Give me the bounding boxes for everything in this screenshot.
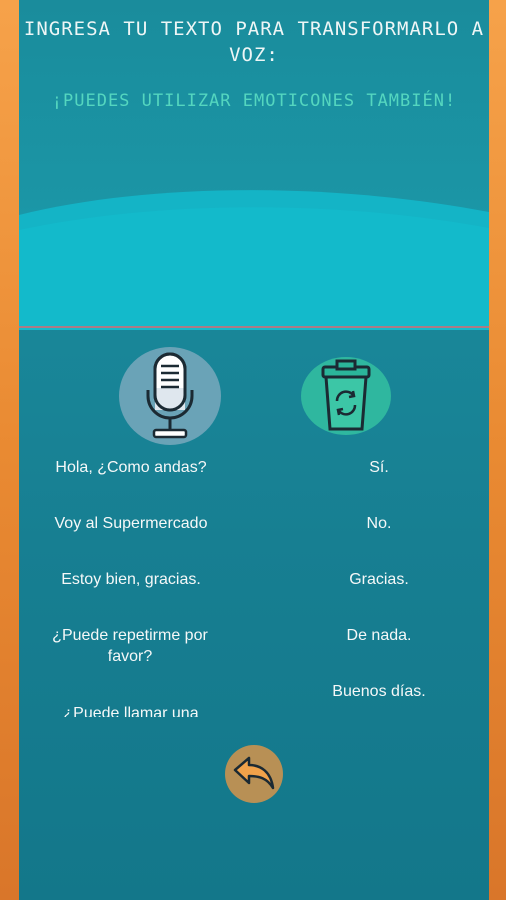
phrase-left-2[interactable]: Voy al Supermercado [31, 513, 231, 534]
clear-button[interactable] [301, 357, 391, 435]
main-panel: INGRESA TU TEXTO PARA TRANSFORMARLO A VO… [19, 0, 489, 900]
microphone-button[interactable] [119, 347, 221, 445]
phrase-right-3[interactable]: Gracias. [299, 569, 459, 590]
phrase-right-4[interactable]: De nada. [299, 625, 459, 646]
phrase-right-2[interactable]: No. [299, 513, 459, 534]
back-arrow-icon [233, 756, 275, 790]
phrase-left-3[interactable]: Estoy bien, gracias. [31, 569, 231, 590]
phrase-left-5-label: ¿Puede llamar una [63, 705, 199, 717]
left-frame-border [0, 0, 19, 900]
page-subtitle: ¡PUEDES UTILIZAR EMOTICONES TAMBIÉN! [51, 91, 457, 111]
microphone-icon [146, 352, 194, 439]
right-frame-border [489, 0, 506, 900]
phrase-left-4[interactable]: ¿Puede repetirme por favor? [35, 625, 225, 667]
phrase-right-5[interactable]: Buenos días. [299, 681, 459, 702]
page-title: INGRESA TU TEXTO PARA TRANSFORMARLO A VO… [23, 18, 485, 66]
back-button[interactable] [225, 745, 283, 803]
recycle-bin-icon [321, 359, 371, 431]
phrase-right-1[interactable]: Sí. [299, 457, 459, 478]
phrase-left-1[interactable]: Hola, ¿Como andas? [31, 457, 231, 478]
phrase-left-5[interactable]: ¿Puede llamar una [31, 703, 231, 717]
divider-line [19, 326, 489, 328]
